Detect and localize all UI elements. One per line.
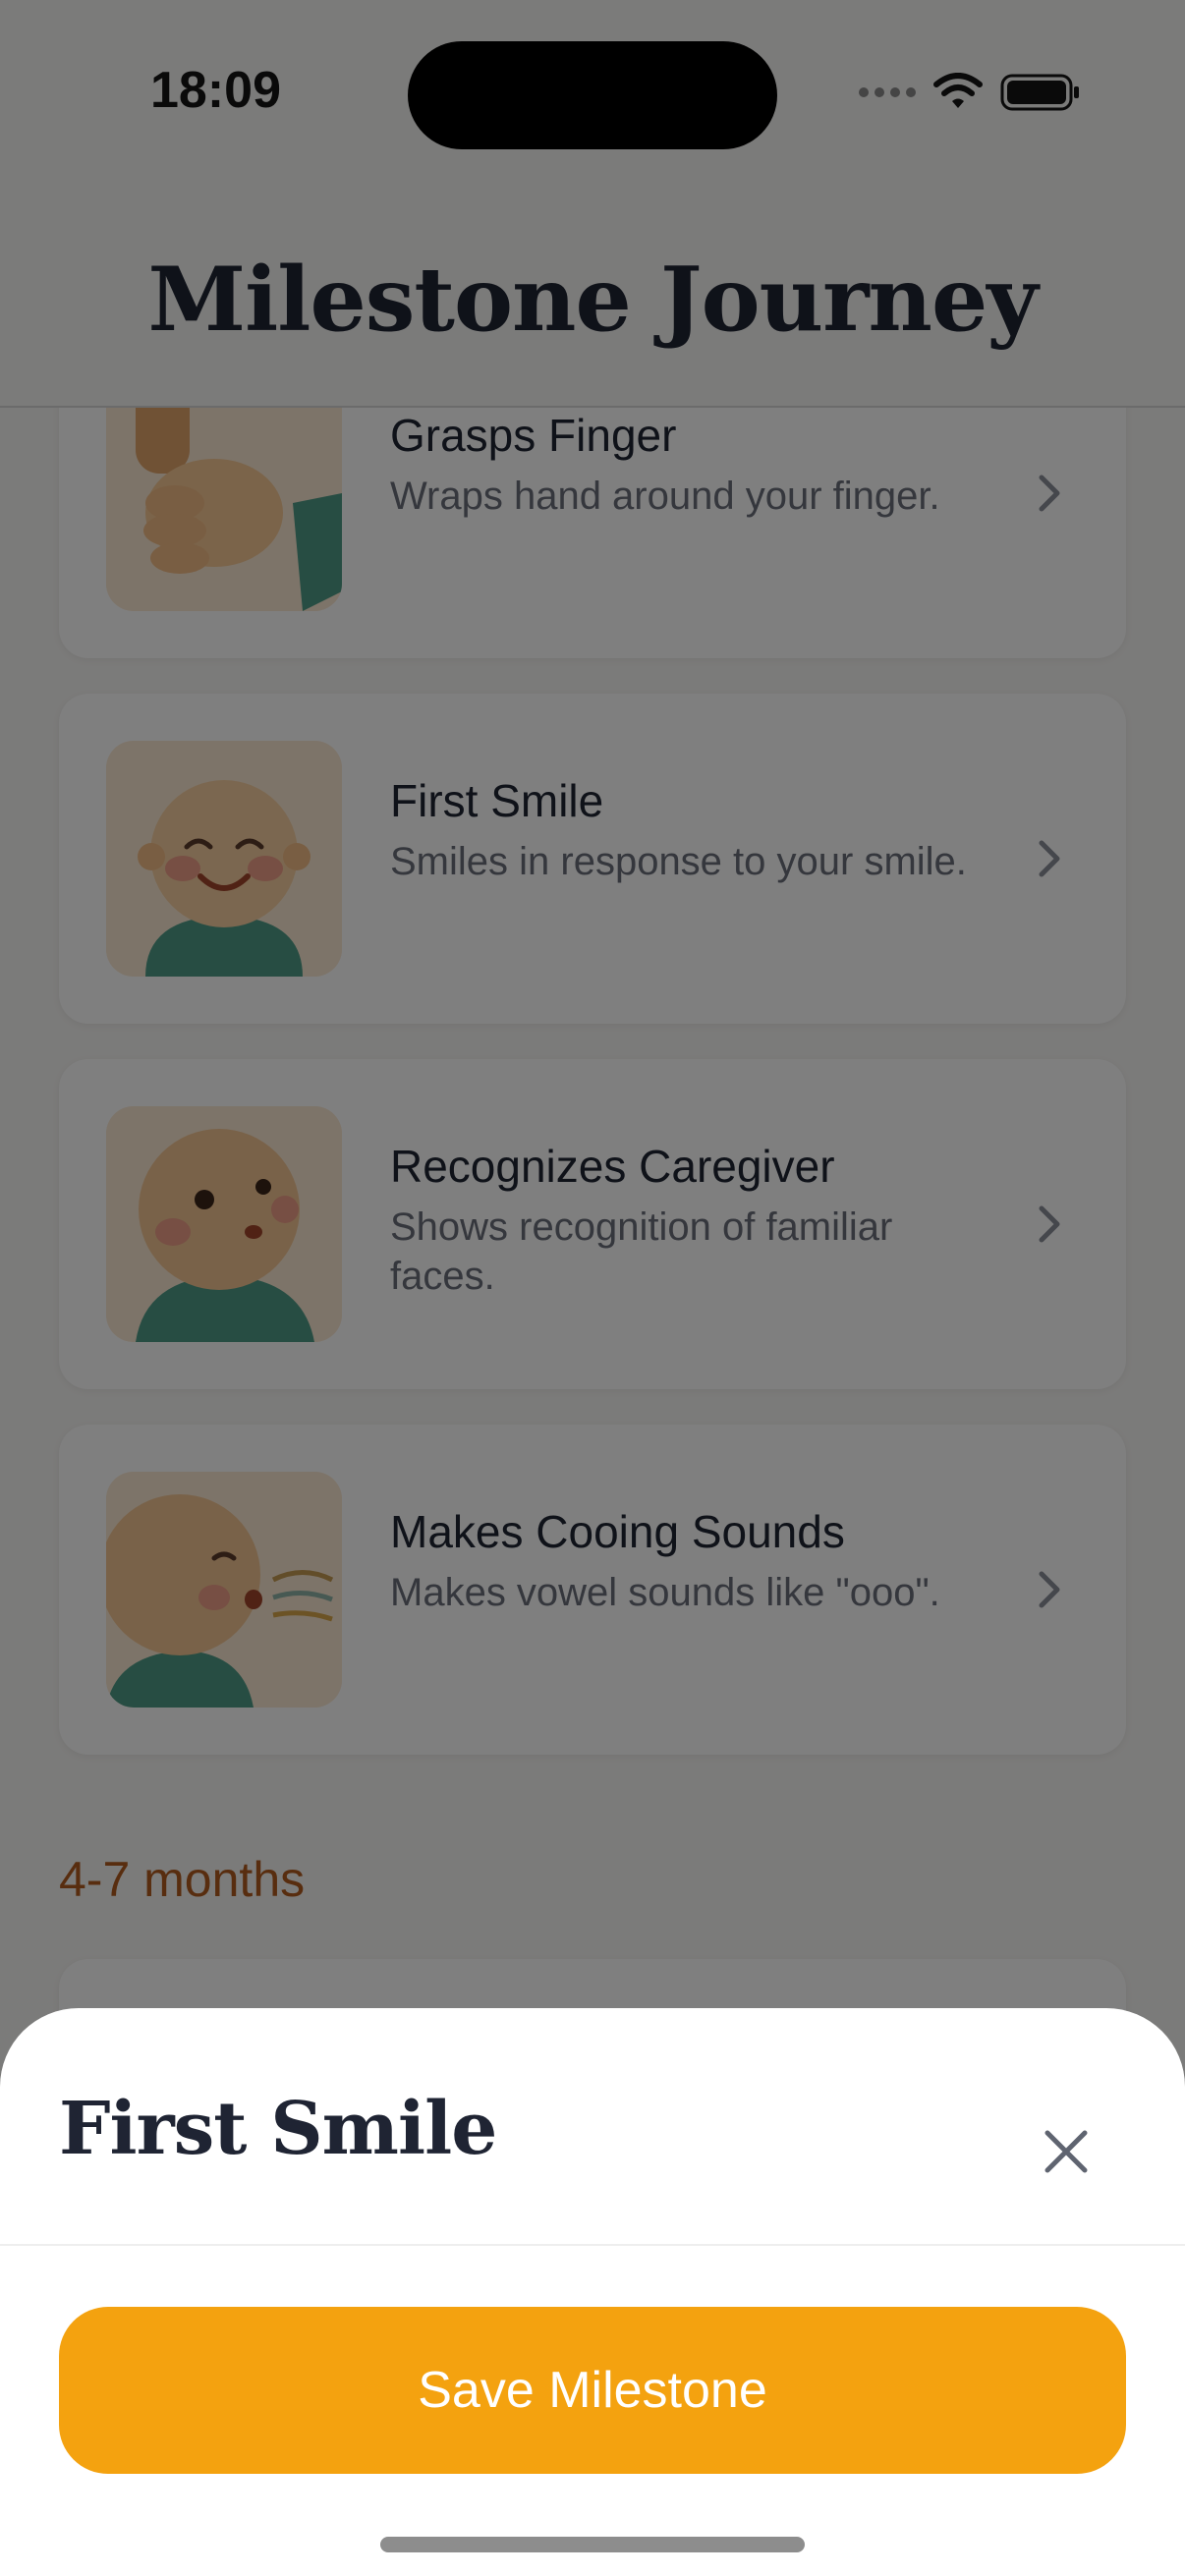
save-milestone-button[interactable]: Save Milestone xyxy=(59,2307,1126,2474)
sheet-title: First Smile xyxy=(59,2087,497,2171)
home-indicator[interactable] xyxy=(380,2537,805,2552)
sheet-divider xyxy=(0,2244,1185,2246)
milestone-detail-sheet: First Smile Save Milestone xyxy=(0,2008,1185,2576)
close-icon[interactable] xyxy=(1040,2125,1093,2178)
